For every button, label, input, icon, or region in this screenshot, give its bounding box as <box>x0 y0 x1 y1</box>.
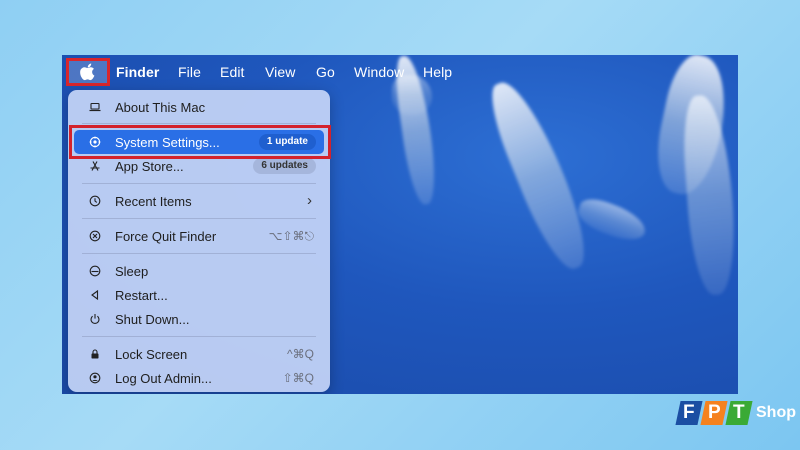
menu-item-shut-down[interactable]: Shut Down... <box>74 307 324 331</box>
menu-help[interactable]: Help <box>423 64 452 80</box>
keyboard-shortcut: ^⌘Q <box>287 347 314 361</box>
logo-tile-t: T <box>725 401 753 425</box>
logo-tile-p: P <box>700 401 728 425</box>
menu-item-restart[interactable]: Restart... <box>74 283 324 307</box>
menu-item-label: Shut Down... <box>115 311 190 327</box>
menu-item-label: App Store... <box>115 158 184 174</box>
menu-item-lock-screen[interactable]: Lock Screen ^⌘Q <box>74 342 324 366</box>
fpt-shop-logo: F P T Shop <box>675 398 796 434</box>
power-icon <box>89 313 101 325</box>
menu-bar: Finder File Edit View Go Window Help <box>62 55 738 89</box>
wallpaper-streak <box>573 193 651 247</box>
menu-item-label: Restart... <box>115 287 168 303</box>
keyboard-shortcut: ⇧⌘Q <box>282 371 314 385</box>
menu-finder[interactable]: Finder <box>116 64 159 80</box>
menu-item-about-this-mac[interactable]: About This Mac <box>74 95 324 119</box>
menu-go[interactable]: Go <box>316 64 335 80</box>
menu-view[interactable]: View <box>265 64 296 80</box>
force-quit-icon <box>89 230 101 242</box>
menu-separator <box>82 218 316 219</box>
update-badge: 6 updates <box>253 158 316 174</box>
desktop-screen: Finder File Edit View Go Window Help Abo… <box>62 55 738 394</box>
restart-icon <box>89 289 101 301</box>
keyboard-shortcut: ⌥⇧⌘⎋ <box>268 229 314 243</box>
menu-separator <box>82 183 316 184</box>
system-settings-highlight <box>69 125 331 159</box>
wallpaper-streak <box>680 93 738 297</box>
menu-item-log-out[interactable]: Log Out Admin... ⇧⌘Q <box>74 366 324 390</box>
user-icon <box>89 372 101 384</box>
menu-item-label: Recent Items <box>115 193 192 209</box>
apple-logo-icon <box>80 63 95 81</box>
wallpaper-streak <box>481 73 598 277</box>
menu-window[interactable]: Window <box>354 64 404 80</box>
menu-separator <box>82 253 316 254</box>
menu-item-recent-items[interactable]: Recent Items › <box>74 189 324 213</box>
apple-menu-button[interactable] <box>66 58 110 86</box>
sleep-icon <box>89 265 101 277</box>
menu-item-label: Lock Screen <box>115 346 188 362</box>
laptop-icon <box>89 101 101 113</box>
chevron-right-icon: › <box>307 192 312 209</box>
menu-edit[interactable]: Edit <box>220 64 245 80</box>
menu-item-label: Force Quit Finder <box>115 228 217 244</box>
menu-separator <box>82 123 316 124</box>
menu-item-force-quit[interactable]: Force Quit Finder ⌥⇧⌘⎋ <box>74 224 324 248</box>
clock-icon <box>89 195 101 207</box>
menu-file[interactable]: File <box>178 64 201 80</box>
logo-tile-f: F <box>675 401 703 425</box>
menu-item-sleep[interactable]: Sleep <box>74 259 324 283</box>
menu-separator <box>82 336 316 337</box>
app-store-icon <box>89 160 101 172</box>
logo-shop-text: Shop <box>756 404 796 421</box>
lock-icon <box>89 348 101 360</box>
menu-item-label: Log Out Admin... <box>115 370 212 386</box>
menu-item-label: About This Mac <box>115 99 206 115</box>
menu-item-label: Sleep <box>115 263 149 279</box>
